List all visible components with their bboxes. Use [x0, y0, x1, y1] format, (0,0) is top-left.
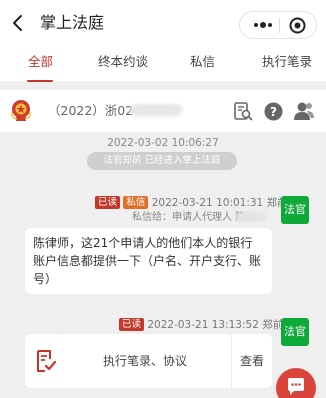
case-number-redacted: [130, 104, 182, 116]
more-icon[interactable]: [252, 20, 274, 30]
tab-bar: 全部 终本约谈 私信 执行笔录: [0, 46, 326, 82]
message-time-sender: 2022-03-21 10:01:31 郑前: [151, 197, 288, 209]
judge-avatar[interactable]: 法官: [281, 196, 309, 224]
system-notice: 法官郑前 已经进入掌上法庭: [87, 152, 237, 170]
miniprogram-capsule: [239, 11, 317, 39]
title-bar: 掌上法庭: [0, 0, 326, 46]
chat-bubble-icon: [288, 378, 304, 395]
document-search-icon[interactable]: [233, 101, 253, 121]
capsule-divider: [279, 18, 280, 33]
read-badge-2: 已读: [119, 318, 145, 331]
message-timestamp: 2022-03-02 10:06:27: [107, 137, 219, 149]
document-card[interactable]: 执行笔录、协议 查看: [25, 334, 272, 388]
svg-text:?: ?: [270, 105, 277, 119]
tab-execution-record[interactable]: 执行笔录: [262, 53, 312, 71]
tab-all[interactable]: 全部: [28, 53, 53, 71]
recipient-redacted: [236, 212, 266, 222]
tab-private-message[interactable]: 私信: [190, 53, 215, 71]
message-time-sender-2: 2022-03-21 13:13:52 郑前: [147, 319, 284, 331]
case-bar: （2022）浙02 ?: [0, 90, 326, 132]
chat-button[interactable]: [276, 368, 316, 398]
tab-termination-talk[interactable]: 终本约谈: [98, 53, 148, 71]
private-badge: 私信: [123, 196, 149, 209]
read-badge: 已读: [95, 196, 121, 209]
document-card-title: 执行笔录、协议: [103, 354, 188, 368]
close-target-icon[interactable]: [289, 17, 306, 34]
court-emblem-icon: [11, 100, 31, 121]
active-tab-indicator: [27, 80, 53, 82]
page-title: 掌上法庭: [40, 13, 105, 32]
back-icon[interactable]: [10, 14, 26, 32]
participants-icon[interactable]: [293, 100, 315, 122]
message-meta: 已读 私信 2022-03-21 10:01:31 郑前: [95, 196, 288, 210]
view-button[interactable]: 查看: [232, 334, 272, 388]
document-check-icon: [37, 350, 57, 372]
judge-avatar-2[interactable]: 法官: [281, 318, 309, 346]
message-recipient: 私信给：申请人代理人 陈: [132, 212, 246, 223]
help-icon[interactable]: ?: [264, 102, 283, 121]
message-meta-2: 已读 2022-03-21 13:13:52 郑前: [119, 318, 283, 332]
message-bubble: 陈律师，这21个申请人的他们本人的银行账户信息都提供一下（户名、开户支行、账号）: [25, 228, 272, 294]
case-number: （2022）浙02: [48, 103, 134, 118]
